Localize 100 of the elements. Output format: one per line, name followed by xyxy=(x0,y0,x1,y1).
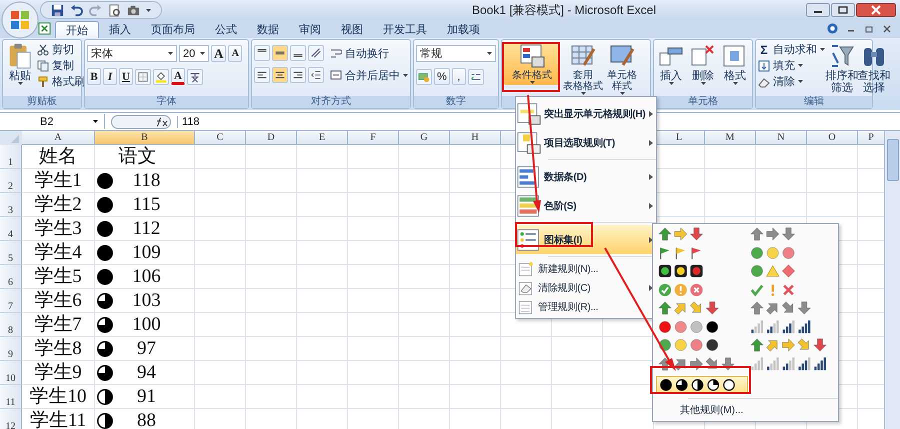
orientation-icon[interactable] xyxy=(308,45,324,61)
phonetic-guide-icon[interactable] xyxy=(187,68,203,84)
empty-cell xyxy=(246,217,297,241)
bold-button[interactable]: B xyxy=(87,68,101,85)
restore-icon[interactable] xyxy=(864,24,874,34)
menu-item[interactable]: 新建规则(N)... xyxy=(516,259,656,278)
ribbon-tab[interactable]: 页面布局 xyxy=(141,21,205,38)
column-header[interactable]: B xyxy=(95,131,195,145)
insert-cells-button[interactable]: 插入 xyxy=(656,42,686,86)
row-header[interactable]: 12 xyxy=(0,409,22,429)
underline-button[interactable]: U xyxy=(119,68,133,85)
delete-cells-button[interactable]: 删除 xyxy=(688,42,718,86)
ribbon-tab[interactable]: 审阅 xyxy=(289,21,331,38)
row-header[interactable]: 1 xyxy=(0,145,22,169)
find-button[interactable]: 查找和 选择 xyxy=(859,42,889,95)
align-left-icon[interactable] xyxy=(254,67,270,83)
column-header[interactable]: D xyxy=(246,131,297,145)
number-style-button[interactable]: % xyxy=(434,68,450,85)
wrap-text-button[interactable]: 自动换行 xyxy=(330,46,389,60)
row-header[interactable]: 2 xyxy=(0,169,22,193)
row-header[interactable]: 9 xyxy=(0,337,22,361)
empty-cell xyxy=(807,145,858,169)
row-header[interactable]: 5 xyxy=(0,241,22,265)
font-size-dropdown[interactable]: 20 xyxy=(179,45,209,62)
insert-function-icon[interactable] xyxy=(111,114,171,128)
column-header[interactable]: E xyxy=(297,131,348,145)
borders-icon[interactable] xyxy=(135,68,151,84)
column-header[interactable]: O xyxy=(807,131,858,145)
merge-center-button[interactable]: 合并后居中 xyxy=(330,68,408,82)
caret-icon[interactable] xyxy=(146,8,151,12)
number-format-dropdown[interactable]: 常规 xyxy=(416,45,496,62)
italic-button[interactable]: I xyxy=(103,68,117,85)
column-header[interactable]: N xyxy=(756,131,807,145)
print-preview-icon[interactable] xyxy=(108,4,121,16)
close-icon[interactable] xyxy=(882,24,892,34)
table-cell: 学生7 xyxy=(34,314,82,336)
menu-item[interactable]: 数据条(D) xyxy=(516,162,656,191)
close-button[interactable] xyxy=(856,3,896,17)
clear-button[interactable]: 清除 xyxy=(758,74,825,89)
save-icon[interactable] xyxy=(51,4,64,16)
number-style-button[interactable]: , xyxy=(452,68,466,85)
vertical-scrollbar[interactable] xyxy=(884,131,900,429)
empty-cell xyxy=(297,145,348,169)
quarter-circle-icon xyxy=(97,172,113,188)
style-button[interactable]: 条件格式 xyxy=(504,42,560,85)
ribbon-tab[interactable]: 插入 xyxy=(99,21,141,38)
column-header[interactable]: A xyxy=(22,131,95,145)
style-button[interactable]: 单元格 样式 xyxy=(606,42,638,96)
font-color-button[interactable]: A xyxy=(171,68,185,85)
accounting-format-icon[interactable] xyxy=(416,68,432,84)
row-header[interactable]: 11 xyxy=(0,385,22,409)
ribbon-tab[interactable]: 加载项 xyxy=(437,21,490,38)
align-middle-icon[interactable] xyxy=(272,45,288,61)
align-center-icon[interactable] xyxy=(272,67,288,83)
column-header[interactable]: L xyxy=(654,131,705,145)
column-header[interactable]: H xyxy=(450,131,501,145)
help-icon[interactable] xyxy=(827,23,838,34)
row-header[interactable]: 3 xyxy=(0,193,22,217)
column-header[interactable]: F xyxy=(348,131,399,145)
ribbon-tab[interactable]: 开发工具 xyxy=(373,21,437,38)
sort-button[interactable]: 排序和 筛选 xyxy=(827,42,857,95)
ribbon-tab[interactable]: 开始 xyxy=(55,21,99,38)
minimize-button[interactable] xyxy=(806,3,830,17)
column-header[interactable]: M xyxy=(705,131,756,145)
row-header[interactable]: 10 xyxy=(0,361,22,385)
shrink-font-button[interactable]: A xyxy=(228,45,242,62)
restore-button[interactable] xyxy=(831,3,855,17)
undo-icon[interactable] xyxy=(70,4,83,16)
fill-button[interactable]: 填充 xyxy=(758,58,825,73)
ribbon-tab[interactable]: 数据 xyxy=(247,21,289,38)
style-button[interactable]: 套用 表格格式 xyxy=(562,42,604,96)
column-header[interactable]: C xyxy=(195,131,246,145)
scrollbar-thumb[interactable] xyxy=(887,139,900,181)
font-name-dropdown[interactable]: 宋体 xyxy=(87,45,177,62)
menu-item[interactable]: 清除规则(C) xyxy=(516,278,656,297)
row-header[interactable]: 4 xyxy=(0,217,22,241)
grow-font-button[interactable]: A xyxy=(211,45,226,62)
row-header[interactable]: 8 xyxy=(0,313,22,337)
ribbon-tab[interactable]: 公式 xyxy=(205,21,247,38)
column-header[interactable]: G xyxy=(399,131,450,145)
clipboard-button[interactable]: 剪切 xyxy=(37,42,85,57)
menu-item[interactable]: 项目选取规则(T) xyxy=(516,128,656,157)
menu-item[interactable]: 管理规则(R)... xyxy=(516,297,656,316)
align-right-icon[interactable] xyxy=(290,67,306,83)
name-box[interactable]: B2 xyxy=(0,114,105,129)
align-bottom-icon[interactable] xyxy=(290,45,306,61)
format-cells-button[interactable]: 格式 xyxy=(720,42,750,86)
row-header[interactable]: 7 xyxy=(0,289,22,313)
more-rules-item[interactable]: 其他规则(M)... xyxy=(656,401,838,419)
paste-button[interactable]: 粘贴 xyxy=(5,42,35,86)
sum-button[interactable]: Σ 自动求和 xyxy=(758,42,825,57)
indent-icon[interactable] xyxy=(308,67,324,83)
increase-decimal-icon[interactable] xyxy=(468,68,484,84)
row-header[interactable]: 6 xyxy=(0,265,22,289)
fill-bucket-icon[interactable] xyxy=(153,68,169,84)
empty-cell xyxy=(756,145,807,169)
column-header[interactable]: P xyxy=(858,131,884,145)
camera-icon[interactable] xyxy=(127,4,140,16)
ribbon-tab[interactable]: 视图 xyxy=(331,21,373,38)
align-top-icon[interactable] xyxy=(254,45,270,61)
